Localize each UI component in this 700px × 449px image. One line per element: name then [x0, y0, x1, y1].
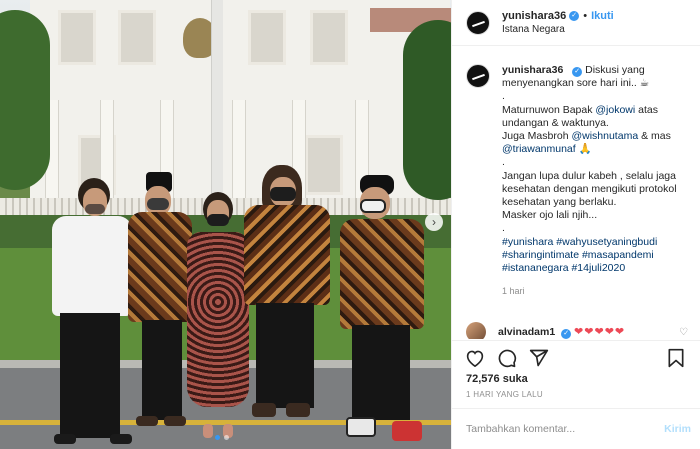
avatar[interactable]: [466, 322, 486, 339]
verified-badge-icon: ✓: [569, 10, 580, 21]
palace-window: [118, 10, 156, 65]
palace-window: [248, 10, 286, 65]
caption-time: 1 hari: [502, 286, 525, 297]
share-button[interactable]: [528, 347, 550, 369]
post-date: 1 HARI YANG LALU: [466, 390, 543, 399]
post-photo[interactable]: ›: [0, 0, 451, 449]
mention-link[interactable]: @wishnutama: [571, 130, 638, 142]
location-link[interactable]: Istana Negara: [502, 23, 614, 37]
comment-button[interactable]: [496, 347, 518, 369]
chevron-right-icon: ›: [432, 215, 436, 229]
bookmark-icon: [668, 348, 684, 367]
caption-username[interactable]: yunishara36: [502, 64, 563, 76]
caption-text: Jangan lupa dulur kabeh , selalu jaga ke…: [502, 169, 677, 209]
palace-window: [58, 10, 96, 65]
caption-text: Masker ojo lali njih...: [502, 209, 598, 222]
comment-username[interactable]: alvinadam1: [498, 326, 555, 338]
palace-window: [310, 10, 348, 65]
tree: [403, 20, 451, 200]
flag-pole: [211, 0, 223, 215]
person: [40, 178, 140, 449]
carousel-dot: [215, 435, 220, 440]
caption-text: .: [502, 222, 505, 235]
likes-count[interactable]: 72,576 suka: [466, 373, 528, 385]
save-button[interactable]: [665, 347, 687, 369]
hashtag-links[interactable]: #yunishara #wahyusetyaningbudi #sharingi…: [502, 236, 687, 276]
comment-icon: [498, 349, 517, 367]
heart-icon: [466, 350, 484, 367]
post-dialog: › yunishara36 ✓ • Ikuti Istana Negara yu…: [0, 0, 700, 449]
tree: [0, 10, 50, 190]
comments-section[interactable]: yunishara36 ✓ Diskusi yang menyenangkan …: [452, 54, 700, 339]
mention-link[interactable]: @jokowi: [595, 104, 635, 116]
comment-input[interactable]: [466, 423, 665, 435]
like-button[interactable]: [464, 347, 486, 369]
avatar[interactable]: [466, 10, 490, 35]
author-username[interactable]: yunishara36: [502, 9, 566, 23]
post-header: yunishara36 ✓ • Ikuti Istana Negara: [452, 0, 700, 46]
verified-badge-icon: ✓: [572, 67, 583, 77]
avatar[interactable]: [466, 64, 490, 88]
carousel-indicator: [215, 435, 229, 440]
carousel-next-button[interactable]: ›: [425, 213, 443, 231]
caption-text: & mas: [638, 130, 671, 143]
comment-text: ❤❤❤❤❤: [574, 326, 626, 338]
share-icon: [529, 349, 549, 366]
follow-button[interactable]: Ikuti: [591, 9, 614, 23]
post-comment-button[interactable]: Kirim: [664, 423, 691, 435]
person: [242, 165, 334, 435]
verified-badge-icon: ✓: [561, 329, 572, 339]
caption-text: 🙏: [575, 143, 592, 156]
comment-like-icon[interactable]: ♡: [679, 327, 688, 338]
add-comment-bar: Kirim: [452, 408, 700, 449]
post-side-panel: yunishara36 ✓ • Ikuti Istana Negara yuni…: [451, 0, 700, 449]
separator: •: [583, 9, 588, 22]
mention-link[interactable]: @triawanmunaf: [502, 143, 576, 155]
post-actions: [452, 340, 700, 374]
caption: yunishara36 ✓ Diskusi yang menyenangkan …: [466, 54, 687, 298]
person: [336, 175, 428, 449]
caption-text: Maturnuwon Bapak: [502, 103, 596, 116]
carousel-dot: [224, 435, 229, 440]
caption-text: .: [502, 90, 505, 103]
comment-item: alvinadam1 ✓ ❤❤❤❤❤ ♡: [466, 322, 688, 339]
caption-text: Juga Masbroh: [502, 130, 572, 143]
caption-text: .: [502, 156, 505, 169]
